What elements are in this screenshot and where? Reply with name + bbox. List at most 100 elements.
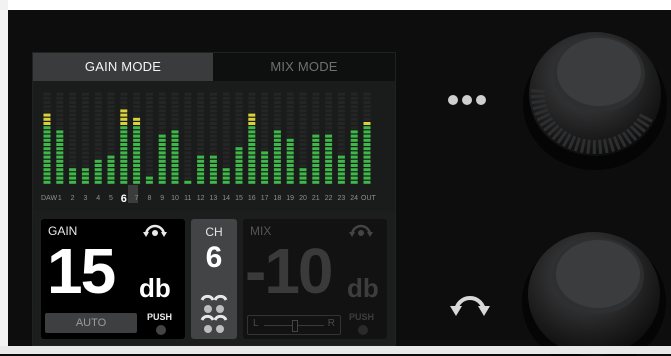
channel-label-1[interactable]: 1 (54, 189, 66, 209)
channel-label-8[interactable]: 8 (143, 189, 155, 209)
meter-segment (312, 139, 319, 142)
channel-label-5[interactable]: 5 (105, 189, 117, 209)
meter-segment (56, 101, 63, 104)
gain-panel[interactable]: GAIN 15 db AUTO PUSH (41, 219, 185, 339)
meter-segment (120, 143, 127, 146)
meter-segment (287, 130, 294, 133)
channel-label-20[interactable]: 20 (297, 189, 309, 209)
channel-label-10[interactable]: 10 (169, 189, 181, 209)
meter-segment (95, 160, 102, 163)
meter-segment (338, 118, 345, 121)
meter-segment (236, 122, 243, 125)
meter-segment (197, 118, 204, 121)
channel-label-13[interactable]: 13 (207, 189, 219, 209)
meter-segment (364, 114, 371, 117)
meter-segment (261, 97, 268, 100)
auto-button[interactable]: AUTO (45, 313, 137, 333)
meter-segment (133, 101, 140, 104)
pan-thumb[interactable] (292, 320, 298, 332)
meter-segment (223, 139, 230, 142)
top-rotary-knob[interactable] (517, 22, 671, 172)
channel-panel[interactable]: CH 6 (191, 219, 237, 339)
meter-segment (223, 101, 230, 104)
bottom-rotary-knob[interactable] (516, 224, 671, 356)
channel-label-21[interactable]: 21 (310, 189, 322, 209)
channel-label-23[interactable]: 23 (335, 189, 347, 209)
meter-segment (44, 181, 51, 184)
meter-segment (95, 143, 102, 146)
meter-segment (172, 172, 179, 175)
meter-segment (184, 101, 191, 104)
meter-segment (364, 109, 371, 112)
meter-segment (210, 143, 217, 146)
meter-segment (338, 126, 345, 129)
mix-panel[interactable]: MIX -10 db L R PUSH (243, 219, 387, 339)
channel-label-14[interactable]: 14 (220, 189, 232, 209)
tab-gain-mode[interactable]: GAIN MODE (33, 53, 213, 81)
meter-segment (184, 126, 191, 129)
meter-segment (120, 164, 127, 167)
meter-segment (82, 122, 89, 125)
channel-label-3[interactable]: 3 (79, 189, 91, 209)
meter-segment (69, 101, 76, 104)
mode-tabs: GAIN MODE MIX MODE (33, 53, 395, 81)
meter-segment (248, 139, 255, 142)
pan-slider[interactable]: L R (247, 315, 341, 335)
channel-label-9[interactable]: 9 (156, 189, 168, 209)
channel-label-17[interactable]: 17 (259, 189, 271, 209)
meter-segment (56, 143, 63, 146)
meter-segment (184, 164, 191, 167)
meter-segment (236, 126, 243, 129)
channel-label-16[interactable]: 16 (246, 189, 258, 209)
meter-segment (325, 126, 332, 129)
channel-label-18[interactable]: 18 (271, 189, 283, 209)
meter-segment (44, 101, 51, 104)
channel-label: CH (191, 225, 237, 239)
channel-label-4[interactable]: 4 (92, 189, 104, 209)
meter-segment (223, 168, 230, 171)
channel-label-22[interactable]: 22 (323, 189, 335, 209)
meter-segment (248, 101, 255, 104)
meter-segment (261, 164, 268, 167)
meter-segment (223, 93, 230, 96)
meter-segment (82, 101, 89, 104)
meter-segment (287, 160, 294, 163)
meter-segment (146, 143, 153, 146)
undo-arrows-icon[interactable] (448, 286, 492, 318)
meter-segment (197, 135, 204, 138)
control-panels: GAIN 15 db AUTO PUSH CH 6 (33, 211, 395, 345)
meter-segment (287, 122, 294, 125)
channel-label-24[interactable]: 24 (348, 189, 360, 209)
channel-label-OUT[interactable]: OUT (361, 189, 373, 209)
meter-segment (44, 147, 51, 150)
meter-segment (159, 181, 166, 184)
meter-segment (351, 181, 358, 184)
meter-segment (56, 126, 63, 129)
channel-label-7[interactable]: 7 (131, 189, 143, 209)
meter-segment (69, 181, 76, 184)
meter-segment (108, 97, 115, 100)
meter-segment (44, 93, 51, 96)
meter-segment (95, 130, 102, 133)
meter-segment (312, 168, 319, 171)
channel-label-12[interactable]: 12 (195, 189, 207, 209)
meter-segment (351, 151, 358, 154)
meter-segment (261, 130, 268, 133)
meter-segment (338, 151, 345, 154)
meter-segment (44, 139, 51, 142)
channel-label-19[interactable]: 19 (284, 189, 296, 209)
meter-segment (120, 135, 127, 138)
channel-label-DAW[interactable]: DAW (41, 189, 53, 209)
more-dots-icon[interactable] (448, 92, 490, 110)
channel-label-6[interactable]: 6 (118, 189, 130, 209)
pan-left-label: L (253, 318, 259, 329)
meter-segment (300, 130, 307, 133)
meter-segment (300, 93, 307, 96)
tab-mix-mode[interactable]: MIX MODE (213, 53, 395, 81)
meter-segment (95, 181, 102, 184)
channel-label-2[interactable]: 2 (67, 189, 79, 209)
channel-label-11[interactable]: 11 (182, 189, 194, 209)
meter-segment (287, 114, 294, 117)
meter-segment (312, 118, 319, 121)
channel-label-15[interactable]: 15 (233, 189, 245, 209)
